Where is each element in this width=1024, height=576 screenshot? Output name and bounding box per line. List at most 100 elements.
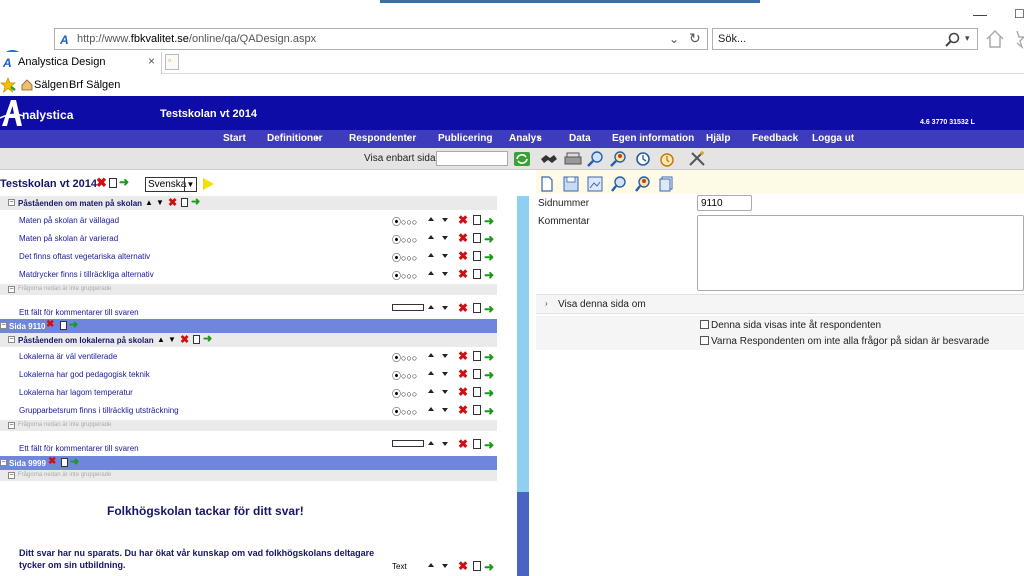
analystica-logo[interactable]: nalystica — [0, 96, 90, 130]
question-text[interactable]: Grupparbetsrum finns i tillräcklig utstr… — [19, 406, 179, 415]
question-text[interactable]: Ett fält för kommentarer till svaren — [19, 444, 139, 453]
question-row[interactable]: Lokalerna är väl ventilerade ⦿○○○ ✖ ➜ — [0, 348, 497, 366]
chevron-down-icon[interactable]: ▼ — [184, 178, 196, 191]
menu-analys[interactable]: Analys — [509, 133, 542, 144]
section-header-maten[interactable]: − Påståenden om maten på skolan ▲ ▼ ✖ ➜ — [0, 196, 497, 210]
arrow-right-icon[interactable]: ➜ — [484, 404, 494, 418]
move-down-icon[interactable] — [442, 442, 448, 446]
page-row-9999[interactable]: − Sida 9999 ✖ ➜ — [0, 456, 497, 470]
up-icon[interactable]: ▲ — [157, 335, 165, 344]
menu-logga-ut[interactable]: Logga ut — [812, 133, 854, 144]
doc-icon[interactable] — [473, 269, 481, 279]
question-text[interactable]: Det finns oftast vegetariska alternativ — [19, 252, 150, 261]
arrow-right-icon[interactable]: ➜ — [69, 318, 78, 331]
minimize-icon[interactable]: — — [973, 6, 987, 22]
menu-start[interactable]: Start — [223, 133, 246, 144]
copy-page-icon[interactable] — [659, 176, 673, 192]
maximize-icon[interactable]: ☐ — [1014, 7, 1024, 21]
zoom-icon[interactable] — [587, 151, 605, 167]
move-down-icon[interactable] — [442, 306, 448, 310]
thank-you-text[interactable]: Folkhögskolan tackar för ditt svar! — [107, 504, 304, 518]
arrow-right-icon[interactable]: ➜ — [484, 560, 494, 574]
survey-doc-icon[interactable] — [109, 178, 117, 188]
doc-icon[interactable] — [473, 387, 481, 397]
doc-icon[interactable] — [473, 303, 481, 313]
arrow-right-icon[interactable]: ➜ — [484, 232, 494, 246]
move-up-icon[interactable] — [428, 441, 434, 445]
arrow-right-icon[interactable]: ➜ — [484, 438, 494, 452]
collapse-icon[interactable]: − — [8, 472, 15, 479]
doc-icon[interactable] — [473, 351, 481, 361]
collapse-icon[interactable]: − — [0, 322, 7, 329]
section-header-lokalerna[interactable]: − Påståenden om lokalerna på skolan ▲ ▼ … — [0, 333, 497, 347]
move-up-icon[interactable] — [428, 217, 434, 221]
search-dropdown-icon[interactable]: ⌄ — [669, 32, 679, 46]
doc-icon[interactable] — [473, 405, 481, 415]
collapse-icon[interactable]: − — [8, 336, 15, 343]
arrow-right-icon[interactable]: ➜ — [484, 250, 494, 264]
move-down-icon[interactable] — [442, 218, 448, 222]
survey-arrow-icon[interactable]: ➜ — [119, 175, 129, 189]
question-row[interactable]: Maten på skolan är varierad ⦿○○○ ✖ ➜ — [0, 230, 497, 248]
refresh-green-icon[interactable] — [513, 151, 531, 167]
warn-unanswered-checkbox[interactable] — [700, 336, 709, 345]
doc-icon[interactable] — [473, 439, 481, 449]
collapse-icon[interactable]: − — [0, 459, 7, 466]
delete-icon[interactable]: ✖ — [458, 231, 468, 245]
image-icon[interactable] — [587, 176, 603, 192]
close-tab-icon[interactable]: × — [148, 54, 155, 68]
move-down-icon[interactable] — [442, 236, 448, 240]
move-up-icon[interactable] — [428, 235, 434, 239]
delete-icon[interactable]: ✖ — [46, 319, 54, 330]
delete-survey-icon[interactable]: ✖ — [96, 175, 107, 191]
address-bar[interactable]: A http://www.fbkvalitet.se/online/qa/QAD… — [54, 28, 708, 50]
up-icon[interactable]: ▲ — [145, 198, 153, 207]
arrow-right-icon[interactable]: ➜ — [203, 332, 212, 345]
arrow-right-icon[interactable]: ➜ — [191, 195, 200, 208]
collapse-icon[interactable]: − — [8, 422, 15, 429]
arrow-right-icon[interactable]: ➜ — [484, 386, 494, 400]
question-text[interactable]: Lokalerna har lagom temperatur — [19, 388, 133, 397]
menu-definitioner[interactable]: Definitioner — [267, 133, 323, 144]
question-text[interactable]: Maten på skolan är varierad — [19, 234, 118, 243]
play-icon[interactable] — [203, 178, 214, 190]
move-up-icon[interactable] — [428, 271, 434, 275]
question-text[interactable]: Matdrycker finns i tillräckliga alternat… — [19, 270, 154, 279]
tools-icon[interactable] — [688, 151, 706, 167]
arrow-right-icon[interactable]: ➜ — [484, 368, 494, 382]
move-down-icon[interactable] — [442, 408, 448, 412]
delete-icon[interactable]: ✖ — [168, 196, 177, 209]
refresh-icon[interactable]: ↻ — [689, 30, 701, 47]
question-row[interactable]: Lokalerna har god pedagogisk teknik ⦿○○○… — [0, 366, 497, 384]
delete-icon[interactable]: ✖ — [458, 367, 468, 381]
page-row-9110[interactable]: − Sida 9110 ✖ ➜ — [0, 319, 497, 333]
move-up-icon[interactable] — [428, 563, 434, 567]
move-up-icon[interactable] — [428, 305, 434, 309]
zoom-person-icon[interactable] — [610, 151, 628, 167]
delete-icon[interactable]: ✖ — [458, 267, 468, 281]
saved-text-line1[interactable]: Ditt svar har nu sparats. Du har ökat vå… — [19, 548, 374, 558]
question-text[interactable]: Lokalerna har god pedagogisk teknik — [19, 370, 150, 379]
menu-publicering[interactable]: Publicering — [438, 133, 492, 144]
history-icon[interactable] — [634, 151, 652, 167]
doc-icon[interactable] — [193, 335, 200, 344]
move-up-icon[interactable] — [428, 371, 434, 375]
question-text[interactable]: Lokalerna är väl ventilerade — [19, 352, 117, 361]
delete-icon[interactable]: ✖ — [458, 437, 468, 451]
comment-textarea[interactable] — [697, 215, 1024, 291]
alarm-clock-icon[interactable] — [658, 151, 676, 167]
vertical-scrollbar[interactable] — [517, 196, 529, 576]
move-down-icon[interactable] — [442, 354, 448, 358]
menu-feedback[interactable]: Feedback — [752, 133, 798, 144]
delete-icon[interactable]: ✖ — [458, 349, 468, 363]
arrow-right-icon[interactable]: ➜ — [484, 214, 494, 228]
move-down-icon[interactable] — [442, 372, 448, 376]
doc-icon[interactable] — [181, 198, 188, 207]
tab-analystica-design[interactable]: A Analystica Design × — [0, 52, 162, 74]
arrow-right-icon[interactable]: ➜ — [484, 302, 494, 316]
doc-icon[interactable] — [61, 458, 68, 467]
arrow-right-icon[interactable]: ➜ — [484, 350, 494, 364]
down-icon[interactable]: ▼ — [156, 198, 164, 207]
question-text[interactable]: Maten på skolan är vällagad — [19, 216, 119, 225]
printer-icon[interactable] — [564, 151, 582, 167]
